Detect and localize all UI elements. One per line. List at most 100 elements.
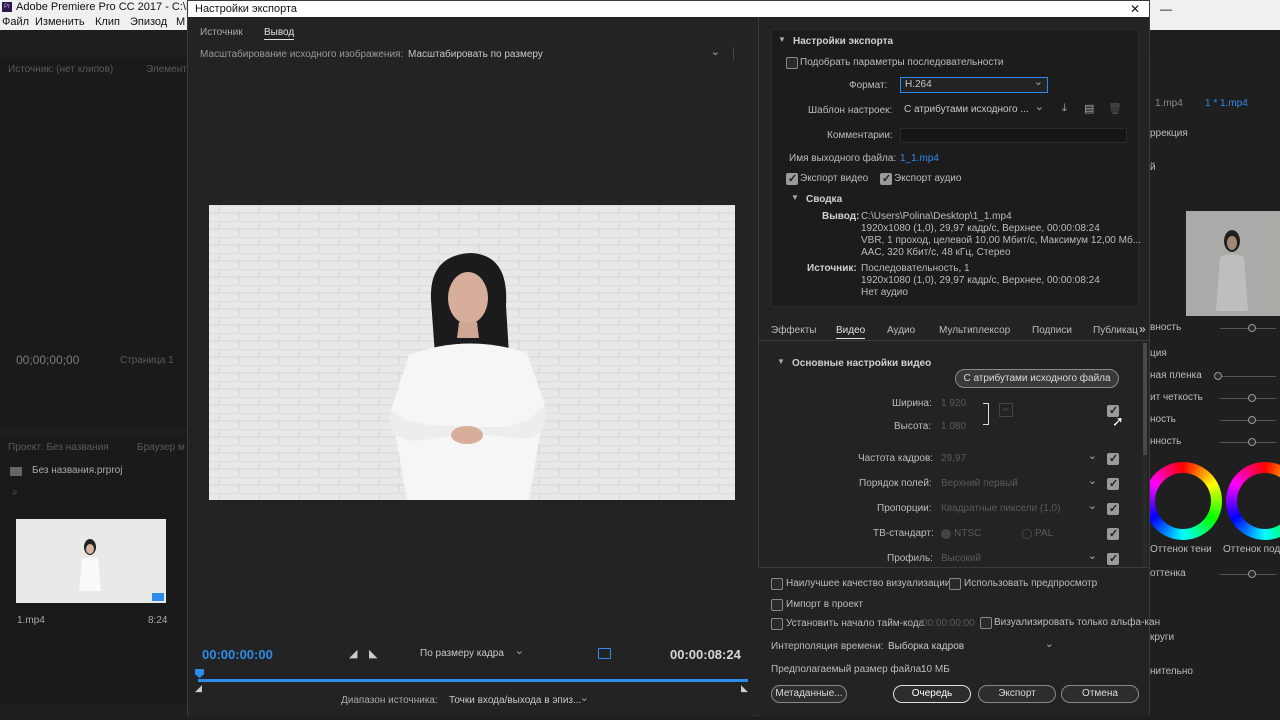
mark-out-icon[interactable]: ◣ (369, 647, 377, 660)
output-summary-label: Вывод: (822, 211, 860, 222)
save-preset-icon[interactable]: ⤓ (1062, 102, 1067, 115)
tab-publish[interactable]: Публикац (1093, 325, 1138, 336)
comments-input[interactable] (900, 128, 1127, 143)
video-preview-frame (209, 205, 735, 500)
menu-more[interactable]: М (176, 15, 185, 30)
browser-tab[interactable]: Браузер м (137, 442, 185, 453)
timecode-start[interactable]: 00:00:00:00 (202, 647, 273, 662)
clip-thumbnail[interactable] (16, 519, 166, 603)
field-order-dropdown[interactable]: Верхний первый (941, 474, 1101, 491)
set-timecode-checkbox[interactable] (771, 618, 783, 630)
lumetri-item-film: ная пленка (1150, 370, 1202, 381)
dialog-title: Настройки экспорта (195, 3, 298, 15)
ntsc-radio[interactable] (941, 529, 951, 539)
menu-edit[interactable]: Изменить (35, 15, 85, 30)
lumetri-item-saturation: ция (1150, 348, 1167, 359)
scale-dropdown[interactable]: Масштабировать по размеру (404, 45, 724, 62)
clip-thumbnail-image (79, 539, 164, 601)
chevron-down-icon[interactable]: ▼ (778, 35, 786, 44)
in-point-marker-icon[interactable]: ◢ (195, 683, 202, 694)
match-aspect-checkbox[interactable] (1107, 502, 1119, 515)
comments-label: Комментарии: (827, 130, 893, 141)
framerate-dropdown[interactable]: 29,97 (941, 449, 1101, 466)
tab-video[interactable]: Видео (836, 325, 866, 339)
range-label: Диапазон источника: (341, 695, 438, 706)
match-profile-checkbox[interactable] (1107, 552, 1119, 565)
import-project-checkbox[interactable] (771, 599, 783, 611)
fit-dropdown[interactable]: По размеру кадра (416, 644, 528, 661)
tab-multiplexer[interactable]: Мультиплексор (939, 325, 1010, 336)
tab-effects[interactable]: Эффекты (771, 325, 816, 336)
search-icon[interactable]: ⌕ (12, 487, 18, 498)
output-line-3: VBR, 1 проход, целевой 10,00 Мбит/с, Мак… (861, 235, 1142, 246)
aspect-dropdown[interactable]: Квадратные пиксели (1,0) (941, 499, 1101, 516)
match-framerate-checkbox[interactable] (1107, 452, 1119, 465)
saturation-knob[interactable] (1248, 438, 1256, 446)
match-field-order-checkbox[interactable] (1107, 477, 1119, 490)
metadata-button[interactable]: Метаданные... (771, 685, 847, 703)
video-chevron-icon[interactable]: ▼ (777, 357, 785, 366)
use-preview-checkbox[interactable] (949, 578, 961, 590)
tab-audio[interactable]: Аудио (887, 325, 915, 336)
midtone-color-wheel[interactable] (1226, 462, 1280, 540)
match-source-button[interactable]: С атрибутами исходного файла (955, 369, 1119, 388)
tab-captions[interactable]: Подписи (1032, 325, 1072, 336)
start-timecode-value[interactable]: 00:00:00:00 (922, 618, 975, 629)
export-audio-checkbox[interactable] (880, 172, 892, 185)
film-slider[interactable] (1220, 376, 1276, 377)
shadow-color-wheel[interactable] (1144, 462, 1222, 540)
cancel-button[interactable]: Отмена (1061, 685, 1139, 703)
video-settings-scrollbar[interactable] (1143, 343, 1147, 567)
match-sequence-checkbox[interactable] (786, 57, 798, 69)
time-interp-dropdown[interactable]: Выборка кадров (886, 637, 1058, 654)
max-quality-checkbox[interactable] (771, 578, 783, 590)
tabs-overflow-icon[interactable]: » (1139, 322, 1146, 336)
out-point-marker-icon[interactable]: ◣ (741, 683, 748, 694)
sharpen-knob[interactable] (1248, 394, 1256, 402)
lumetri-tab-1[interactable]: 1.mp4 (1155, 98, 1183, 109)
lumetri-tab-2[interactable]: 1 * 1.mp4 (1205, 98, 1248, 109)
mark-in-icon[interactable]: ◢ (349, 647, 357, 660)
menu-file[interactable]: Файл (2, 15, 29, 30)
height-label: Высота: (894, 421, 932, 432)
width-value[interactable]: 1 920 (941, 398, 966, 409)
preset-dropdown[interactable]: С атрибутами исходного ... (900, 100, 1048, 119)
close-icon[interactable]: ✕ (1130, 1, 1140, 17)
minimize-icon[interactable]: — (1160, 2, 1172, 16)
menu-sequence[interactable]: Эпизод (130, 15, 167, 30)
queue-button[interactable]: Очередь (893, 685, 971, 703)
lumetri-item-correction[interactable]: ррекция (1150, 128, 1188, 139)
delete-preset-icon[interactable]: 🗑 (1108, 102, 1122, 115)
midtone-tint-label: Оттенок под (1223, 544, 1280, 555)
range-dropdown[interactable]: Точки входа/выхода в эпиз... (445, 691, 593, 708)
tab-output[interactable]: Вывод (264, 27, 295, 40)
alpha-only-checkbox[interactable] (980, 617, 992, 629)
source-panel-title[interactable]: Источник: (нет клипов) (8, 64, 113, 75)
profile-dropdown[interactable]: Высокий (941, 549, 1101, 566)
lumetri-preview-image (1216, 230, 1248, 311)
project-tab[interactable]: Проект: Без названия (8, 442, 109, 453)
crop-icon[interactable] (598, 648, 611, 659)
menu-clip[interactable]: Клип (95, 15, 120, 30)
export-audio-label: Экспорт аудио (894, 173, 962, 184)
tint-knob[interactable] (1248, 570, 1256, 578)
export-video-checkbox[interactable] (786, 172, 798, 185)
film-knob[interactable] (1214, 372, 1222, 380)
import-preset-icon[interactable]: ▤ (1084, 102, 1094, 115)
chain-link-icon[interactable]: ∞ (999, 403, 1013, 417)
range-value: Точки входа/выхода в эпиз... (449, 695, 582, 706)
export-button[interactable]: Экспорт (978, 685, 1056, 703)
playhead-icon[interactable] (195, 669, 204, 678)
vibrance-knob[interactable] (1248, 324, 1256, 332)
height-value[interactable]: 1 080 (941, 421, 966, 432)
tab-source[interactable]: Источник (200, 27, 243, 38)
output-name-link[interactable]: 1_1.mp4 (900, 153, 939, 164)
intensity-knob[interactable] (1248, 416, 1256, 424)
pal-radio[interactable] (1022, 529, 1032, 539)
format-dropdown[interactable]: H.264 (900, 75, 1048, 93)
lumetri-item[interactable]: й (1150, 162, 1156, 173)
timeline-track[interactable] (198, 679, 748, 682)
match-tv-checkbox[interactable] (1107, 527, 1119, 540)
elements-tab[interactable]: Элемент (146, 64, 187, 75)
summary-chevron-icon[interactable]: ▼ (791, 193, 799, 202)
